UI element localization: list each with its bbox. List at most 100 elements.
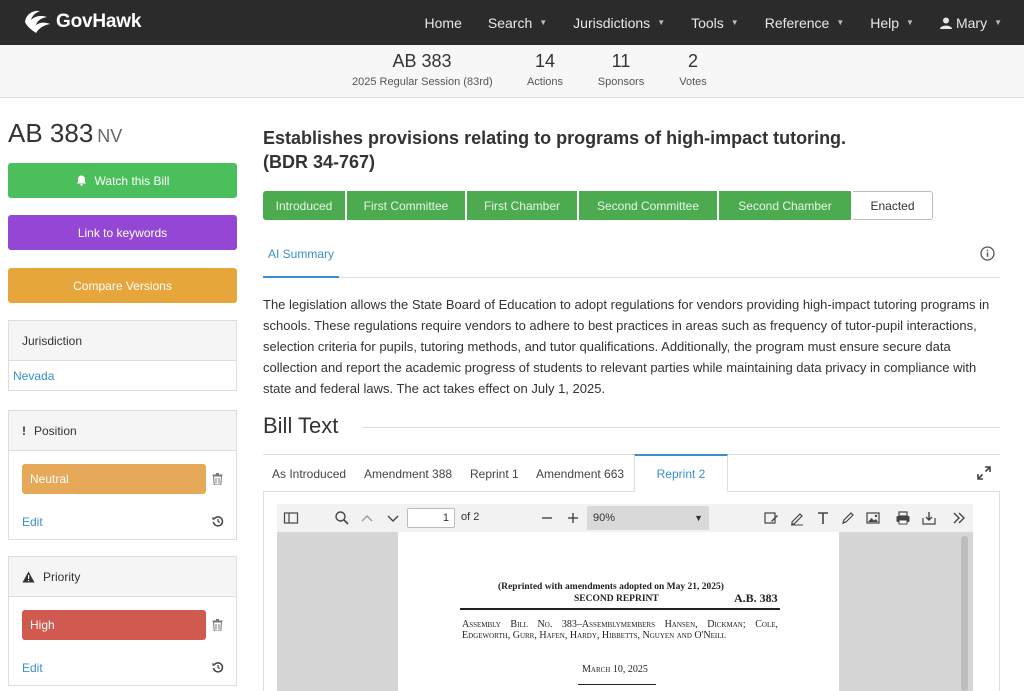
- nav-home-label: Home: [424, 14, 462, 31]
- stat-actions-label: Actions: [526, 76, 564, 88]
- page-count: of 2: [461, 511, 480, 523]
- nav-menu: Home Search ▼ Jurisdictions ▼ Tools ▼ Refer…: [399, 0, 1002, 45]
- nav-reference-label: Reference: [764, 14, 830, 31]
- stage-introduced: Introduced: [263, 191, 345, 220]
- priority-panel: Priority High Edit: [8, 556, 237, 686]
- nav-search-label: Search: [487, 14, 533, 31]
- stage-enacted: Enacted: [853, 191, 933, 220]
- nav-help[interactable]: Help ▼: [870, 15, 914, 31]
- bill-progress-stages: Introduced First Committee First Chamber…: [263, 191, 933, 220]
- trash-icon[interactable]: [212, 473, 223, 485]
- image-icon[interactable]: [865, 510, 881, 526]
- bill-stats-bar: AB 383 2025 Regular Session (83rd) 14 Ac…: [0, 45, 1024, 98]
- bill-state: NV: [97, 126, 123, 146]
- sidebar-bill-id: AB 383 NV: [8, 118, 122, 149]
- history-icon[interactable]: [212, 661, 224, 673]
- chevron-down-icon: ▼: [539, 18, 548, 27]
- tab-as-introduced[interactable]: As Introduced: [272, 455, 346, 492]
- bill-title-line2: (BDR 34-767): [263, 152, 376, 172]
- zoom-value: 90%: [593, 512, 616, 524]
- jurisdiction-heading: Jurisdiction: [9, 321, 236, 361]
- nav-user-menu[interactable]: Mary ▼: [939, 14, 1002, 31]
- pdf-viewer: 1 of 2 90% ▼ (Reprinted with amendments a…: [263, 492, 1000, 691]
- expand-icon[interactable]: [977, 466, 991, 480]
- stat-sponsors-count: 11: [611, 51, 631, 71]
- user-name: Mary: [955, 14, 988, 31]
- position-value[interactable]: Neutral: [22, 464, 206, 494]
- second-reprint-label: SECOND REPRINT: [574, 594, 659, 604]
- ai-summary-text: The legislation allows the State Board o…: [263, 297, 990, 396]
- download-icon[interactable]: [921, 510, 937, 526]
- highlight-icon[interactable]: [763, 510, 779, 526]
- stat-actions[interactable]: 14 Actions: [520, 51, 570, 88]
- nav-jurisdictions-label: Jurisdictions: [573, 14, 651, 31]
- ab-number: A.B. 383: [734, 591, 778, 605]
- stat-sponsors-label: Sponsors: [597, 76, 645, 88]
- tab-reprint-1[interactable]: Reprint 1: [470, 455, 519, 492]
- stage-second-committee: Second Committee: [579, 191, 717, 220]
- stat-votes-label: Votes: [679, 76, 707, 88]
- nav-jurisdictions[interactable]: Jurisdictions ▼: [573, 15, 665, 31]
- print-icon[interactable]: [895, 510, 911, 526]
- tab-amendment-388[interactable]: Amendment 388: [364, 455, 452, 492]
- pdf-scrollbar[interactable]: [961, 536, 968, 691]
- zoom-in-icon[interactable]: [565, 510, 581, 526]
- link-keywords-button[interactable]: Link to keywords: [8, 215, 237, 250]
- nav-tools[interactable]: Tools ▼: [691, 15, 739, 31]
- nav-tools-label: Tools: [691, 14, 724, 31]
- watch-bill-button[interactable]: Watch this Bill: [8, 163, 237, 198]
- watch-bill-label: Watch this Bill: [94, 173, 170, 188]
- page-number-input[interactable]: 1: [407, 508, 455, 528]
- tab-ai-summary[interactable]: AI Summary: [263, 232, 339, 278]
- summary-tabs: AI Summary: [263, 232, 1000, 278]
- more-tools-icon[interactable]: [951, 510, 967, 526]
- zoom-select[interactable]: 90% ▼: [587, 506, 709, 530]
- chevron-down-icon: ▼: [657, 18, 666, 27]
- stat-votes[interactable]: 2 Votes: [672, 51, 714, 88]
- compare-versions-button[interactable]: Compare Versions: [8, 268, 237, 303]
- user-icon: [939, 17, 952, 29]
- bill-number: AB 383: [8, 118, 94, 148]
- priority-heading-label: Priority: [43, 569, 81, 584]
- chevron-down-icon[interactable]: [385, 510, 401, 526]
- page-rule: [460, 608, 780, 610]
- stage-first-chamber: First Chamber: [467, 191, 577, 220]
- search-icon[interactable]: [334, 510, 350, 526]
- jurisdiction-link[interactable]: Nevada: [13, 369, 54, 383]
- assembly-sponsors-text: Assembly Bill No. 383–Assemblymembers Ha…: [462, 619, 778, 641]
- stat-sponsors[interactable]: 11 Sponsors: [594, 51, 648, 88]
- priority-value[interactable]: High: [22, 610, 206, 640]
- bill-title-line1: Establishes provisions relating to progr…: [263, 128, 847, 148]
- nav-reference[interactable]: Reference ▼: [765, 15, 845, 31]
- stat-bill-number: AB 383: [392, 51, 452, 71]
- position-heading: ! Position: [9, 411, 236, 451]
- chevron-down-icon: ▼: [730, 18, 739, 27]
- zoom-out-icon[interactable]: [539, 510, 555, 526]
- info-icon[interactable]: [980, 246, 995, 261]
- priority-heading: Priority: [9, 557, 236, 597]
- bill-text-heading: Bill Text: [263, 413, 339, 438]
- nav-search[interactable]: Search ▼: [488, 15, 547, 31]
- tab-reprint-2[interactable]: Reprint 2: [634, 454, 728, 492]
- bell-icon: [76, 175, 86, 186]
- exclamation-icon: !: [22, 423, 26, 438]
- priority-edit-link[interactable]: Edit: [22, 661, 43, 675]
- tab-amendment-663[interactable]: Amendment 663: [536, 455, 624, 492]
- pdf-toolbar: 1 of 2 90% ▼: [277, 504, 973, 532]
- nav-home[interactable]: Home: [425, 15, 462, 31]
- trash-icon[interactable]: [212, 619, 223, 631]
- sidebar-toggle-icon[interactable]: [283, 510, 299, 526]
- logo[interactable]: GovHawk: [22, 8, 141, 36]
- history-icon[interactable]: [212, 515, 224, 527]
- chevron-up-icon[interactable]: [359, 510, 375, 526]
- pdf-page: (Reprinted with amendments adopted on Ma…: [398, 532, 839, 691]
- text-icon[interactable]: [815, 510, 831, 526]
- version-tabs: As Introduced Amendment 388 Reprint 1 Am…: [263, 454, 1000, 492]
- introduced-date: March 10, 2025: [582, 664, 648, 675]
- position-edit-link[interactable]: Edit: [22, 515, 43, 529]
- draw-icon[interactable]: [789, 510, 805, 526]
- stage-first-committee: First Committee: [347, 191, 465, 220]
- pen-icon[interactable]: [840, 510, 856, 526]
- hawk-logo-icon: [25, 10, 50, 34]
- compare-versions-label: Compare Versions: [73, 278, 172, 293]
